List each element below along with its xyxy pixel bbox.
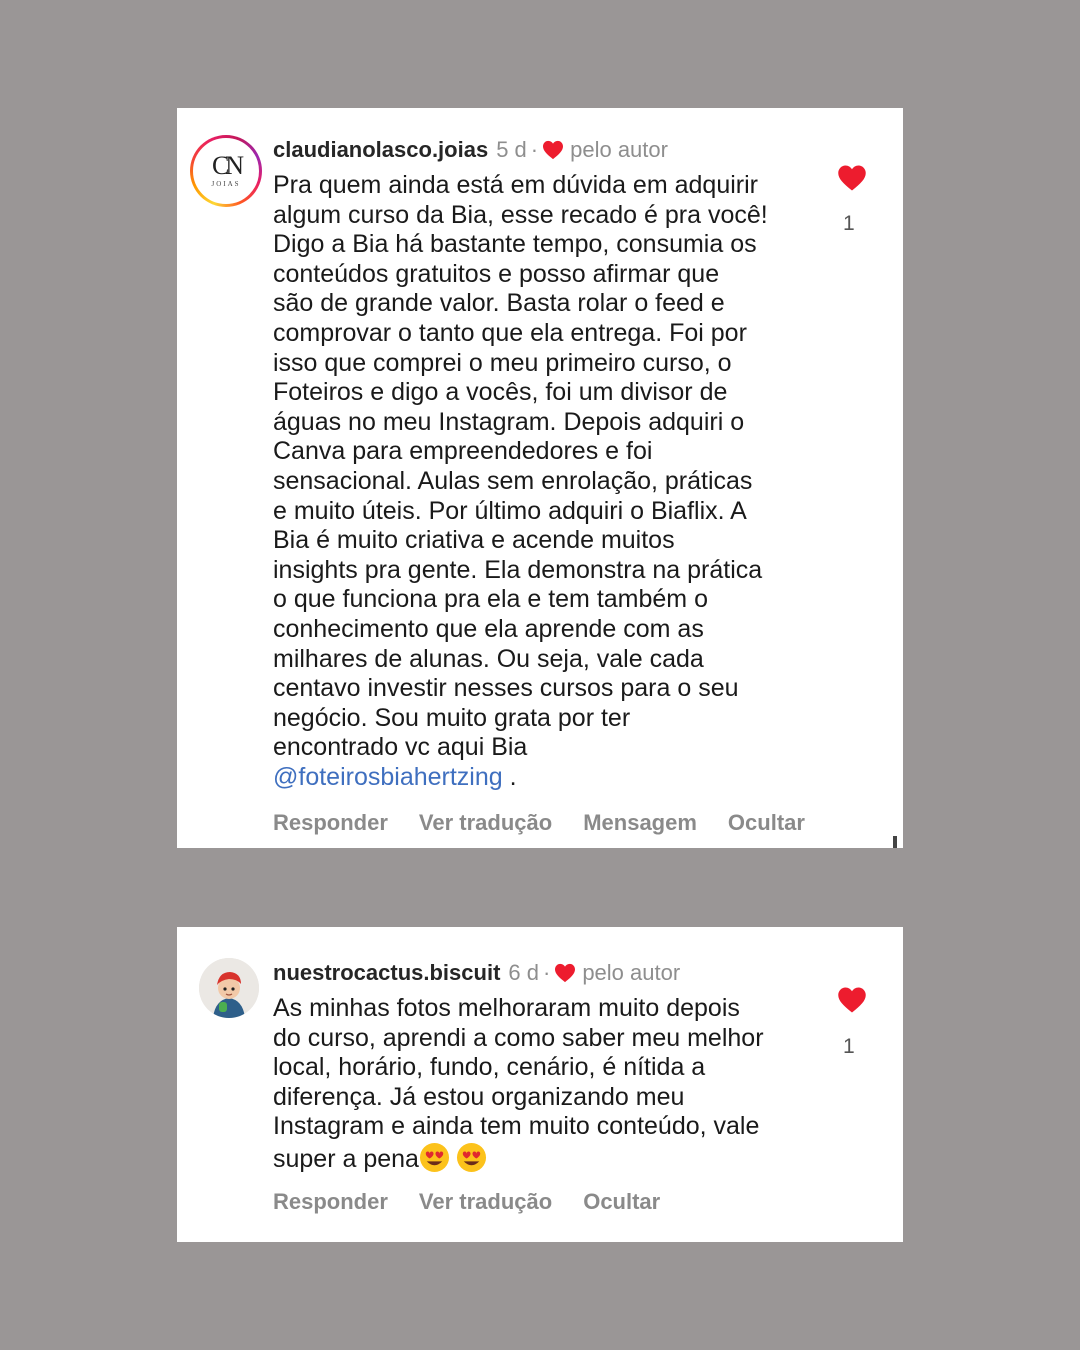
heart-eyes-emoji-icon [456, 1142, 486, 1172]
comment-card: CN JOIAS claudianolasco.joias 5 d · pelo… [177, 108, 903, 848]
comment-text-end: . [502, 762, 517, 791]
comment-card: nuestrocactus.biscuit 6 d · pelo autor A… [177, 927, 903, 1242]
liked-by-author-label: pelo autor [582, 960, 681, 985]
comment-header: nuestrocactus.biscuit 6 d · pelo autor [273, 959, 680, 987]
like-count: 1 [843, 212, 855, 235]
like-heart-icon[interactable] [837, 986, 867, 1014]
username[interactable]: nuestrocactus.biscuit [273, 959, 500, 987]
translate-button[interactable]: Ver tradução [419, 810, 552, 836]
avatar-story-ring[interactable]: CN JOIAS [190, 135, 262, 207]
avatar[interactable] [199, 958, 259, 1018]
comment-body: Pra quem ainda está em dúvida em adquiri… [273, 171, 768, 762]
avatar: CN JOIAS [193, 138, 259, 204]
comment-actions: Responder Ver tradução Mensagem Ocultar [273, 810, 836, 836]
heart-eyes-emoji-icon [419, 1142, 449, 1172]
like-heart-icon[interactable] [837, 164, 867, 192]
cactus-figure-avatar-image [199, 958, 259, 1018]
timestamp: 6 d [508, 960, 539, 985]
reply-button[interactable]: Responder [273, 810, 388, 836]
like-count: 1 [843, 1035, 855, 1058]
hide-button[interactable]: Ocultar [728, 810, 805, 836]
reply-button[interactable]: Responder [273, 1189, 388, 1215]
comment-text: As minhas fotos melhoraram muito depois … [273, 994, 833, 1175]
liked-by-author-label: pelo autor [570, 137, 668, 162]
comment-text: Pra quem ainda está em dúvida em adquiri… [273, 171, 833, 792]
scrollbar[interactable] [893, 836, 897, 848]
comment-actions: Responder Ver tradução Ocultar [273, 1189, 691, 1215]
avatar-logo-letters: CN [211, 151, 244, 180]
message-button[interactable]: Mensagem [583, 810, 697, 836]
author-liked-heart-icon [543, 140, 564, 160]
timestamp: 5 d [496, 137, 527, 162]
avatar-logo-subtitle: JOIAS [211, 180, 241, 188]
username[interactable]: claudianolasco.joias [273, 136, 488, 164]
comment-body: As minhas fotos melhoraram muito depois … [273, 994, 764, 1173]
separator: · [542, 960, 551, 985]
hide-button[interactable]: Ocultar [583, 1189, 660, 1215]
author-liked-heart-icon [555, 963, 576, 983]
separator: · [530, 137, 539, 162]
comment-header: claudianolasco.joias 5 d · pelo autor [273, 136, 668, 164]
mention-link[interactable]: @foteirosbiahertzing [273, 763, 503, 791]
translate-button[interactable]: Ver tradução [419, 1189, 552, 1215]
